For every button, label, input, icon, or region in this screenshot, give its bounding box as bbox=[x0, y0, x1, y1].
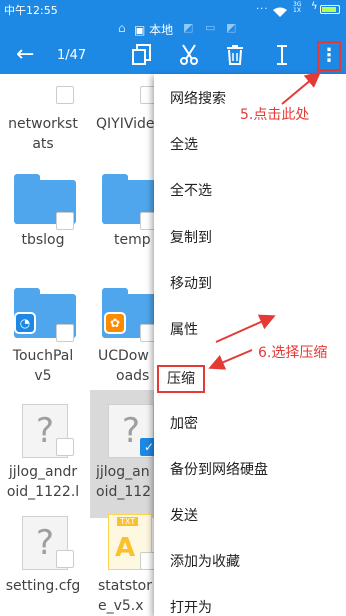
item-checkbox[interactable] bbox=[56, 550, 74, 568]
status-time: 中午12:55 bbox=[4, 4, 58, 17]
file-name-line1: networkst bbox=[8, 116, 78, 132]
menu-item-add-favorite[interactable]: 添加为收藏 bbox=[170, 553, 240, 571]
menu-item-copy-to[interactable]: 复制到 bbox=[170, 229, 212, 247]
cut-icon[interactable] bbox=[178, 44, 200, 70]
item-checkbox[interactable] bbox=[56, 86, 74, 104]
location-icon-1[interactable]: ◩ bbox=[183, 21, 193, 34]
rename-icon[interactable] bbox=[276, 44, 288, 70]
menu-item-compress[interactable]: 压缩 bbox=[157, 365, 205, 393]
battery-icon bbox=[320, 5, 340, 14]
status-bar: 中午12:55 ... 3G 1X ϟ bbox=[0, 0, 346, 18]
menu-item-web-search[interactable]: 网络搜索 bbox=[170, 90, 226, 108]
touchpal-app-icon: ◔ bbox=[14, 312, 36, 334]
file-name-line1: setting.cfg bbox=[5, 578, 81, 594]
item-checkbox[interactable] bbox=[56, 324, 74, 342]
copy-icon[interactable] bbox=[132, 44, 152, 70]
charging-icon: ϟ bbox=[311, 1, 318, 12]
menu-item-select-none[interactable]: 全不选 bbox=[170, 182, 212, 200]
menu-item-send[interactable]: 发送 bbox=[170, 507, 198, 525]
file-name-line1: jjlog_andr bbox=[8, 464, 78, 480]
selection-count: 1/47 bbox=[57, 48, 87, 63]
menu-item-encrypt[interactable]: 加密 bbox=[170, 415, 198, 433]
file-name-line2: ats bbox=[32, 136, 54, 152]
location-bar: ⌂ ▣ 本地 ◩ ▭ ◩ bbox=[0, 18, 346, 38]
annotation-step6: 6.选择压缩 bbox=[258, 345, 328, 361]
file-name-line1: TouchPal bbox=[12, 348, 74, 364]
notification-dots: ... bbox=[256, 1, 269, 12]
item-checkbox[interactable] bbox=[56, 212, 74, 230]
file-name-line1: tbslog bbox=[21, 232, 65, 248]
txt-badge: TXT bbox=[117, 517, 139, 526]
location-icon-2[interactable]: ▭ bbox=[205, 21, 215, 34]
home-icon[interactable]: ⌂ bbox=[118, 21, 126, 35]
item-checkbox[interactable] bbox=[56, 438, 74, 456]
back-arrow-icon[interactable]: ← bbox=[16, 42, 34, 67]
menu-item-move-to[interactable]: 移动到 bbox=[170, 275, 212, 293]
file-name-line2: oid_1122.l bbox=[6, 484, 80, 500]
annotation-step5: 5.点击此处 bbox=[240, 107, 310, 123]
file-name-line2: v5 bbox=[34, 368, 52, 384]
network-type: 3G 1X bbox=[293, 1, 302, 14]
location-icon-3[interactable]: ◩ bbox=[226, 21, 236, 34]
location-tab-local[interactable]: ▣ 本地 bbox=[134, 21, 173, 38]
selection-toolbar: ← 1/47 ⋮ bbox=[0, 38, 346, 74]
delete-icon[interactable] bbox=[226, 44, 244, 70]
menu-item-properties[interactable]: 属性 bbox=[170, 321, 198, 339]
menu-item-select-all[interactable]: 全选 bbox=[170, 136, 198, 154]
menu-item-open-as[interactable]: 打开为 bbox=[170, 599, 212, 616]
uc-browser-app-icon: ✿ bbox=[104, 312, 126, 334]
text-file-glyph: A bbox=[115, 533, 136, 563]
more-vert-icon[interactable]: ⋮ bbox=[317, 41, 341, 71]
menu-item-backup-to-cloud[interactable]: 备份到网络硬盘 bbox=[170, 461, 268, 479]
